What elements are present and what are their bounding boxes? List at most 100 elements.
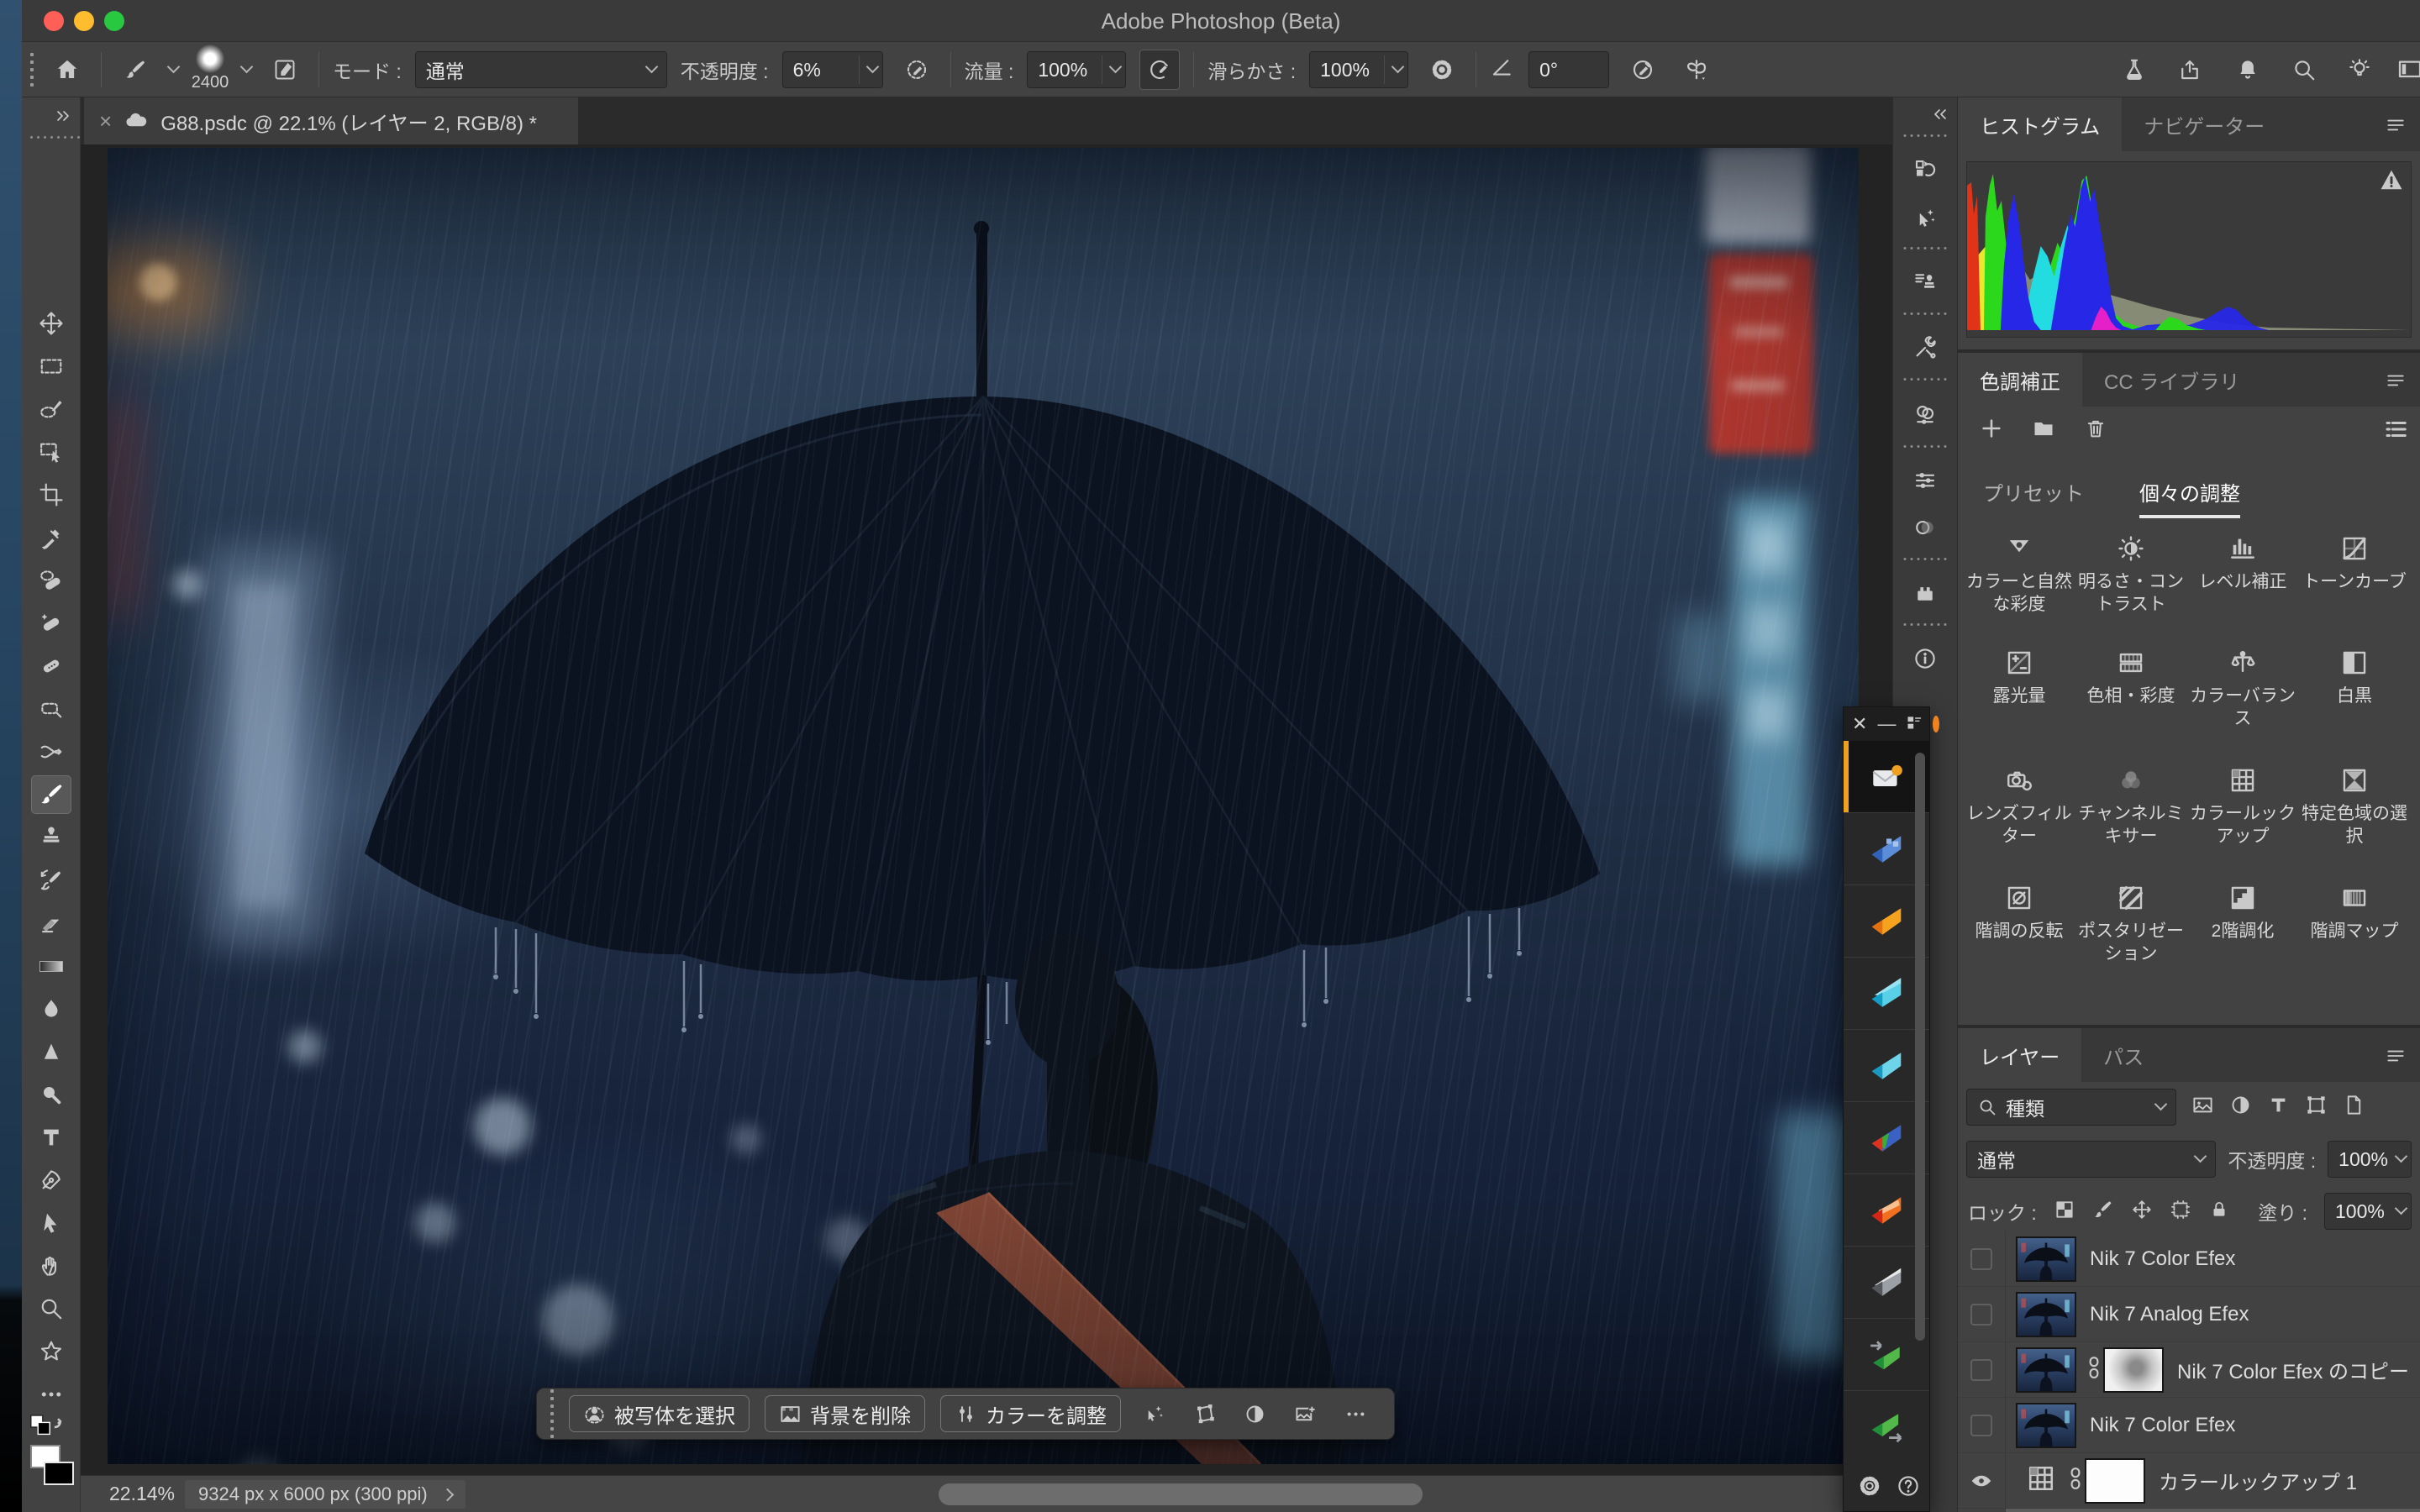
brush-tool-icon[interactable] [115,50,155,90]
tab-cc-libraries[interactable]: CC ライブラリ [2082,353,2261,407]
eyedropper-tool[interactable] [31,518,71,557]
layer-thumbnail[interactable] [2016,1236,2076,1282]
info-panel-icon[interactable] [1907,640,1944,677]
brush-tool[interactable] [31,775,71,814]
adjustment-threshold[interactable]: 2階調化 [2188,884,2297,942]
clone-source-panel-icon[interactable] [1907,264,1944,301]
clone-stamp-tool[interactable] [31,818,71,857]
document-canvas[interactable] [108,148,1859,1464]
notifications-bell-icon[interactable] [2228,50,2268,90]
discover-lightbulb-icon[interactable] [2339,50,2380,90]
adjustment-selective-color[interactable]: 特定色域の選択 [2300,766,2409,848]
close-document-icon[interactable]: × [99,108,112,134]
edit-toolbar-ellipsis[interactable] [31,1375,71,1414]
hidden-eye-well[interactable] [1970,1304,1992,1326]
hidden-eye-well[interactable] [1970,1415,1992,1436]
rectangular-marquee-tool[interactable] [31,347,71,386]
hidden-eye-well[interactable] [1970,1359,1992,1381]
brush-preset-picker[interactable]: 2400 [192,45,229,95]
layer-name[interactable]: カラールックアップ 1 [2159,1466,2357,1495]
eye-icon[interactable] [1969,1468,1994,1494]
select-subject-button[interactable]: 被写体を選択 [569,1395,750,1432]
adjustment-black-white[interactable]: 白黒 [2300,648,2409,707]
adjustment-color-lookup[interactable]: カラールックアップ [2188,766,2297,848]
layer-row[interactable]: Nik 7 Color Efex [1958,1398,2420,1453]
layer-row[interactable]: カラールックアップ 1 [1958,1453,2420,1509]
workspace-switcher-icon[interactable] [2390,50,2420,90]
sharpen-tool[interactable] [31,1032,71,1071]
lock-pixels-icon[interactable] [2092,1199,2114,1225]
visibility-toggle[interactable] [1958,1398,2006,1453]
dock-grip[interactable] [1904,312,1947,315]
generative-ai-panel-icon[interactable] [1907,200,1944,237]
tool-presets-panel-icon[interactable] [1907,329,1944,366]
visibility-toggle[interactable] [1958,1509,2006,1512]
adjustment-trash-icon[interactable] [2084,417,2107,444]
object-selection-tool[interactable] [31,433,71,471]
toolbar-grip[interactable] [30,136,80,139]
dock-grip[interactable] [1904,134,1947,137]
more-options-ellipsis[interactable] [1338,1396,1373,1431]
plugin-settings-gear-icon[interactable] [1857,1473,1882,1503]
type-tool[interactable] [31,1118,71,1157]
adjustment-color-balance[interactable]: カラーバランス [2188,648,2297,730]
smoothing-select[interactable]: 100% [1309,51,1408,88]
adjustments-menu-icon[interactable] [2385,370,2407,396]
adjustment-hue-saturation[interactable]: 色相・彩度 [2076,648,2186,707]
history-panel-icon[interactable] [1907,151,1944,188]
mode-select[interactable]: 通常 [415,51,667,88]
home-button[interactable] [47,50,87,90]
toolbar-expand-chevrons[interactable] [53,106,73,130]
adjustment-folder-icon[interactable] [2032,417,2055,444]
opacity-select[interactable]: 6% [782,51,883,88]
patch-tool[interactable] [31,690,71,728]
color-panel-icon[interactable] [1907,396,1944,433]
dock-grip[interactable] [1904,445,1947,448]
spot-healing-brush-tool[interactable] [31,604,71,643]
dock-grip[interactable] [1904,558,1947,560]
histogram-menu-icon[interactable] [2385,114,2407,140]
brush-preset-chevron[interactable] [240,60,254,74]
properties-panel-icon[interactable] [1907,462,1944,499]
visibility-toggle[interactable] [1958,1287,2006,1342]
tab-navigator[interactable]: ナビゲーター [2122,97,2286,151]
filter-smart-objects-icon[interactable] [2343,1094,2365,1121]
visibility-toggle[interactable] [1958,1453,2006,1509]
layer-row[interactable]: Nik 7 Analog Efex [1958,1287,2420,1342]
symmetry-butterfly-icon[interactable] [1676,50,1717,90]
filter-adjustment-layers-icon[interactable] [2229,1094,2252,1121]
adjustment-gradient-map[interactable]: 階調マップ [2300,884,2409,942]
adjustment-color-vibrance[interactable]: カラーと自然な彩度 [1965,534,2074,616]
layer-thumbnail[interactable] [2016,1292,2076,1337]
adjustment-posterize[interactable]: ポスタリゼーション [2076,884,2186,965]
horizontal-scrollbar[interactable] [939,1483,1423,1505]
adjustment-curves[interactable]: トーンカーブ [2300,534,2409,593]
plugin-minimize-icon[interactable]: — [1877,713,1896,735]
plugin-panel-scrollbar[interactable] [1915,753,1925,1341]
layer-name[interactable]: Nik 7 Color Efex [2090,1414,2235,1437]
flow-select[interactable]: 100% [1027,51,1126,88]
lock-artboard-icon[interactable] [2170,1199,2191,1225]
plugin-close-icon[interactable]: ✕ [1852,713,1867,735]
document-tab[interactable]: × G88.psdc @ 22.1% (レイヤー 2, RGB/8) * [84,97,578,144]
healing-brush-tool[interactable] [31,561,71,600]
tab-adjustments[interactable]: 色調補正 [1958,353,2082,407]
layer-mask-thumbnail[interactable] [2085,1458,2145,1504]
crop-tool[interactable] [31,475,71,514]
adjustment-list-view-icon[interactable] [2383,417,2408,446]
layer-name[interactable]: Nik 7 Color Efex のコピー [2177,1355,2409,1384]
default-swap-colors-icon[interactable] [29,1413,64,1446]
blur-tool[interactable] [31,990,71,1028]
adjustment-channel-mixer[interactable]: チャンネルミキサー [2076,766,2186,848]
gradient-tool[interactable] [31,947,71,985]
search-icon[interactable] [2284,50,2324,90]
plugin-sharpener-output-icon[interactable] [1844,1391,1929,1463]
share-icon[interactable] [2170,50,2210,90]
plugin-help-icon[interactable] [1896,1473,1921,1503]
lut-layer-icon[interactable] [2024,1463,2058,1498]
layers-menu-icon[interactable] [2385,1045,2407,1071]
layer-filter-select[interactable]: 種類 [1966,1089,2176,1126]
content-aware-move-tool[interactable] [31,732,71,771]
tab-layers[interactable]: レイヤー [1958,1028,2081,1082]
histogram-warning-icon[interactable] [2379,167,2404,197]
